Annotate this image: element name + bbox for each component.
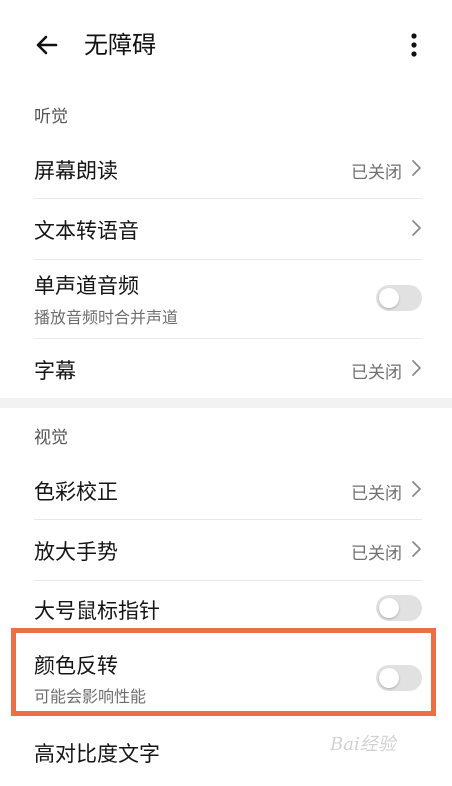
setting-label: 单声道音频 — [34, 274, 139, 298]
setting-color-correction[interactable]: 色彩校正 已关闭 — [0, 459, 452, 519]
watermark-logo: Bai经验 — [330, 734, 396, 755]
arrow-left-icon — [36, 35, 58, 55]
app-header: 无障碍 — [0, 0, 452, 88]
setting-value: 已关闭 — [351, 484, 402, 504]
chevron-right-icon — [412, 160, 421, 176]
setting-label: 屏幕朗读 — [34, 159, 118, 183]
setting-label: 字幕 — [34, 359, 76, 383]
section-header-vision: 视觉 — [34, 428, 68, 448]
setting-label: 大号鼠标指针 — [34, 599, 160, 623]
section-header-hearing: 听觉 — [34, 107, 68, 127]
chevron-right-icon — [412, 360, 421, 376]
toggle-knob — [379, 598, 399, 618]
large-pointer-toggle[interactable] — [376, 595, 422, 621]
setting-sublabel: 可能会影响性能 — [34, 687, 147, 706]
toggle-knob — [379, 668, 399, 688]
setting-magnify-gesture[interactable]: 放大手势 已关闭 — [0, 520, 452, 580]
setting-sublabel: 播放音频时合并声道 — [34, 308, 179, 327]
page-title: 无障碍 — [84, 31, 156, 59]
mono-audio-toggle[interactable] — [376, 285, 422, 311]
setting-color-inversion[interactable]: 颜色反转 可能会影响性能 — [0, 636, 452, 712]
setting-label: 放大手势 — [34, 540, 118, 564]
setting-value: 已关闭 — [351, 363, 402, 383]
setting-text-to-speech[interactable]: 文本转语音 — [0, 199, 452, 259]
setting-label: 色彩校正 — [34, 480, 118, 504]
setting-value: 已关闭 — [351, 163, 402, 183]
setting-large-pointer[interactable]: 大号鼠标指针 — [0, 581, 452, 631]
back-button[interactable] — [30, 28, 64, 62]
chevron-right-icon — [412, 481, 421, 497]
setting-label: 颜色反转 — [34, 654, 118, 678]
setting-value: 已关闭 — [351, 544, 402, 564]
setting-screen-reader[interactable]: 屏幕朗读 已关闭 — [0, 138, 452, 198]
more-options-button[interactable] — [402, 28, 426, 62]
setting-label: 高对比度文字 — [34, 742, 160, 766]
more-vertical-icon — [411, 33, 417, 57]
color-inversion-toggle[interactable] — [376, 665, 422, 691]
setting-captions[interactable]: 字幕 已关闭 — [0, 339, 452, 397]
setting-label: 文本转语音 — [34, 219, 139, 243]
toggle-knob — [379, 288, 399, 308]
section-gap — [0, 398, 452, 408]
setting-mono-audio[interactable]: 单声道音频 播放音频时合并声道 — [0, 260, 452, 338]
chevron-right-icon — [412, 541, 421, 557]
chevron-right-icon — [412, 220, 421, 236]
